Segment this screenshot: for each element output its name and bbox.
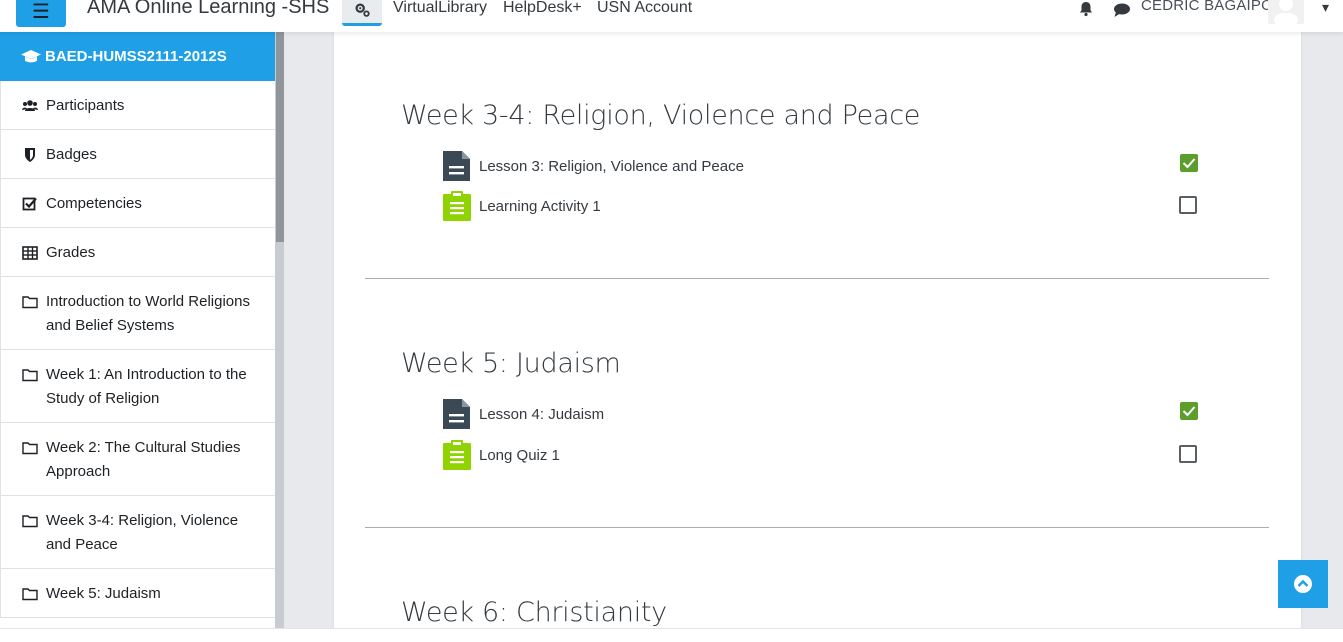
completion-checkbox-checked[interactable] <box>1180 402 1198 420</box>
folder-icon <box>22 296 38 309</box>
sidebar-item-badges[interactable]: Badges <box>0 130 275 179</box>
section-title: Week 3-4: Religion, Violence and Peace <box>401 100 921 131</box>
assignment-icon <box>443 440 471 470</box>
folder-icon <box>22 442 38 455</box>
sidebar-item-introduction[interactable]: Introduction to World Religions and Beli… <box>0 277 275 350</box>
folder-icon <box>22 515 38 528</box>
activity-name[interactable]: Lesson 4: Judaism <box>479 406 604 423</box>
drawer-scrollbar-thumb[interactable] <box>276 32 284 242</box>
sidebar-item-label: Week 5: Judaism <box>46 585 161 602</box>
scroll-to-top-button[interactable] <box>1278 560 1328 608</box>
users-icon <box>22 100 38 111</box>
sidebar-item-label: Week 1: An Introduction to the Study of … <box>46 366 247 407</box>
activity-name[interactable]: Long Quiz 1 <box>479 447 560 464</box>
section-title: Week 6: Christianity <box>401 597 667 628</box>
sidebar-item-week-1[interactable]: Week 1: An Introduction to the Study of … <box>0 350 275 423</box>
menu-toggle-button[interactable]: ☰ <box>16 0 66 27</box>
activity-learning-activity-1[interactable]: Learning Activity 1 <box>442 191 1202 221</box>
sidebar-item-participants[interactable]: Participants <box>0 81 275 130</box>
file-icon <box>443 151 470 181</box>
folder-icon <box>22 588 38 601</box>
checkbox-icon <box>22 197 37 211</box>
arrow-up-circle-icon <box>1294 575 1312 593</box>
course-home-link[interactable]: BAED-HUMSS2111-2012S <box>0 32 275 81</box>
sidebar-item-grades[interactable]: Grades <box>0 228 275 277</box>
activity-name[interactable]: Lesson 3: Religion, Violence and Peace <box>479 158 744 175</box>
avatar[interactable] <box>1268 0 1304 24</box>
sidebar-item-competencies[interactable]: Competencies <box>0 179 275 228</box>
course-navigation-drawer: BAED-HUMSS2111-2012S Participants Badges… <box>0 32 284 642</box>
sidebar-item-label: Week 2: The Cultural Studies Approach <box>46 439 241 480</box>
completion-checkbox-unchecked[interactable] <box>1179 445 1197 463</box>
hamburger-icon: ☰ <box>32 0 50 23</box>
chat-icon[interactable] <box>1113 2 1131 18</box>
sidebar-item-label: Badges <box>46 146 97 163</box>
shield-icon <box>25 148 35 162</box>
nav-link-virtuallibrary[interactable]: VirtualLibrary <box>393 0 487 17</box>
table-icon <box>22 246 38 260</box>
activity-lesson-4[interactable]: Lesson 4: Judaism <box>442 399 1202 429</box>
nav-link-helpdesk[interactable]: HelpDesk+ <box>503 0 582 17</box>
sidebar-item-week-2[interactable]: Week 2: The Cultural Studies Approach <box>0 423 275 496</box>
activity-name[interactable]: Learning Activity 1 <box>479 198 601 215</box>
completion-checkbox-checked[interactable] <box>1180 154 1198 172</box>
top-navbar: ☰ AMA Online Learning -SHS VirtualLibrar… <box>0 0 1343 32</box>
sidebar-item-label: Competencies <box>46 195 142 212</box>
file-icon <box>443 399 470 429</box>
section-divider <box>365 278 1269 279</box>
completion-checkbox-unchecked[interactable] <box>1179 196 1197 214</box>
footer-strip <box>0 628 1343 642</box>
activity-long-quiz-1[interactable]: Long Quiz 1 <box>442 440 1202 470</box>
user-name[interactable]: CEDRIC BAGAIPO <box>1141 0 1273 14</box>
chevron-down-icon[interactable]: ▾ <box>1322 0 1329 16</box>
activity-lesson-3[interactable]: Lesson 3: Religion, Violence and Peace <box>442 151 1202 181</box>
check-icon <box>1182 406 1196 417</box>
folder-icon <box>22 369 38 382</box>
sidebar-item-label: Week 3-4: Religion, Violence and Peace <box>46 512 239 553</box>
check-icon <box>1182 158 1196 169</box>
assignment-icon <box>443 191 471 221</box>
sidebar-item-label: Grades <box>46 244 96 261</box>
site-brand[interactable]: AMA Online Learning -SHS <box>87 0 329 19</box>
section-title: Week 5: Judaism <box>401 348 621 379</box>
course-shortname: BAED-HUMSS2111-2012S <box>45 48 227 65</box>
settings-button[interactable] <box>342 0 382 26</box>
sidebar-item-week-3-4[interactable]: Week 3-4: Religion, Violence and Peace <box>0 496 275 569</box>
bell-icon[interactable] <box>1078 1 1094 17</box>
nav-link-usn-account[interactable]: USN Account <box>597 0 692 17</box>
graduation-cap-icon <box>21 49 41 62</box>
sidebar-item-label: Introduction to World Religions and Beli… <box>46 293 250 334</box>
gear-icon <box>355 2 370 17</box>
sidebar-item-label: Participants <box>46 97 125 114</box>
course-content: Week 3-4: Religion, Violence and Peace L… <box>334 32 1301 628</box>
sidebar-item-week-5[interactable]: Week 5: Judaism <box>0 569 275 618</box>
section-divider <box>365 527 1269 528</box>
